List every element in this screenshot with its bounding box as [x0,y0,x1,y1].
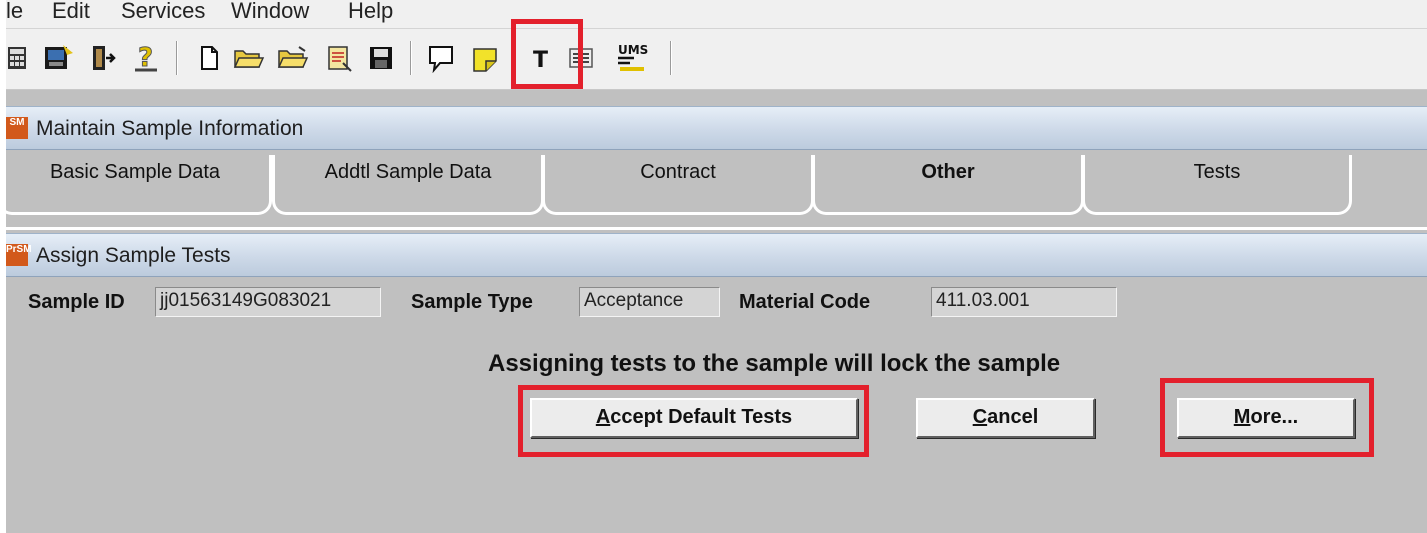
prsm-app-icon: SM [6,117,28,139]
comment-icon[interactable] [424,40,458,76]
help-icon[interactable]: ? [130,40,162,76]
sample-id-field: jj01563149G083021 [155,287,381,317]
sticky-note-icon[interactable] [468,40,502,76]
application-window: le Edit Services Window Help ? T UMS SM … [6,0,1427,533]
menu-bar: le Edit Services Window Help [6,0,1427,29]
menu-help[interactable]: Help [348,0,393,24]
sample-type-field: Acceptance [579,287,720,317]
new-document-icon[interactable] [196,40,222,76]
cancel-mnemonic: C [972,406,988,428]
open-folder-alt-icon[interactable] [276,40,310,76]
ums-label: UMS [618,43,648,57]
sample-id-label: Sample ID [28,291,125,313]
assign-tests-titlebar: PrSM Assign Sample Tests [6,233,1427,277]
tools-icon[interactable] [42,40,76,76]
exit-icon[interactable] [88,40,118,76]
prsm-app-icon: PrSM [6,244,32,266]
tab-basic-sample-data[interactable]: Basic Sample Data [6,155,272,215]
notepad-icon[interactable] [322,40,356,76]
ums-icon[interactable]: UMS [610,40,654,76]
maintain-sample-title: Maintain Sample Information [36,117,304,140]
maintain-sample-titlebar: SM Maintain Sample Information [6,106,1427,150]
highlight-box-more-button [1160,378,1374,457]
toolbar-separator [670,41,672,75]
toolbar: ? T UMS [6,19,1427,90]
highlight-box-tests-button [511,19,583,89]
calculator-icon[interactable] [6,40,28,76]
cancel-label: ancel [987,406,1039,428]
save-icon[interactable] [366,40,396,76]
material-code-field: 411.03.001 [931,287,1117,317]
tab-addtl-sample-data[interactable]: Addtl Sample Data [272,155,544,215]
tab-other[interactable]: Other [812,155,1084,215]
toolbar-separator [410,41,412,75]
tab-contract[interactable]: Contract [542,155,814,215]
sample-type-label: Sample Type [411,291,533,313]
menu-file[interactable]: le [6,0,23,24]
menu-services[interactable]: Services [121,0,205,24]
menu-edit[interactable]: Edit [52,0,90,24]
tab-strip: Basic Sample Data Addtl Sample Data Cont… [6,155,1427,230]
assign-tests-title: Assign Sample Tests [36,244,231,267]
material-code-label: Material Code [739,291,871,313]
highlight-box-accept-button [518,385,869,457]
lock-warning-message: Assigning tests to the sample will lock … [488,350,1061,377]
cancel-button[interactable]: Cancel [916,398,1095,438]
menu-window[interactable]: Window [231,0,309,24]
open-folder-icon[interactable] [232,40,266,76]
toolbar-separator [176,41,178,75]
tab-tests[interactable]: Tests [1082,155,1352,215]
